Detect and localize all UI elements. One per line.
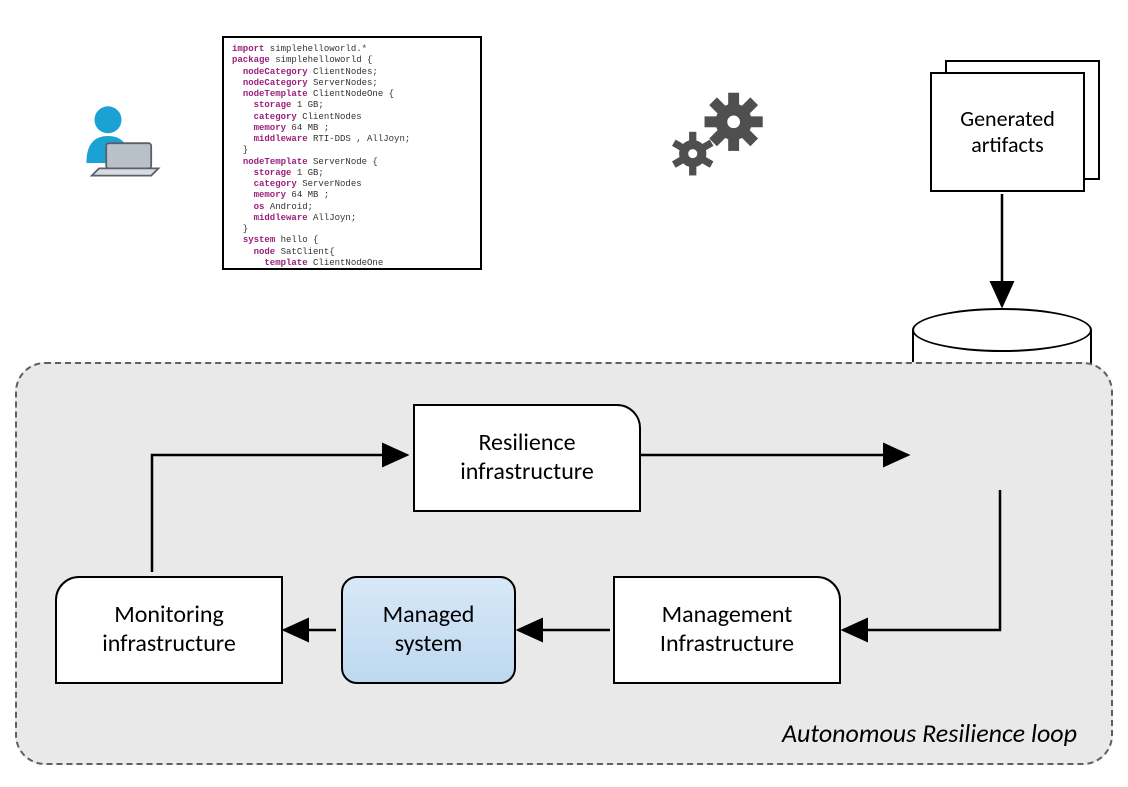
loop-label: Autonomous Resilience loop [782, 717, 1077, 749]
resilience-label: Resilience infrastructure [460, 429, 594, 487]
managed-label: Managed system [383, 601, 475, 659]
resilience-node: Resilience infrastructure [413, 404, 641, 512]
user-icon [72, 100, 162, 190]
management-node: Management Infrastructure [613, 576, 841, 684]
management-label: Management Infrastructure [660, 601, 794, 659]
generated-artifacts-label: Generated artifacts [960, 106, 1055, 159]
managed-system-node: Managed system [341, 576, 516, 684]
generated-artifacts: Generated artifacts [930, 60, 1100, 190]
gears-icon [665, 90, 775, 190]
code-snippet: import simplehelloworld.* package simple… [222, 36, 482, 270]
monitoring-node: Monitoring infrastructure [55, 576, 283, 684]
monitoring-label: Monitoring infrastructure [102, 601, 236, 659]
resilience-loop: Autonomous Resilience loop Resilience in… [15, 362, 1113, 765]
